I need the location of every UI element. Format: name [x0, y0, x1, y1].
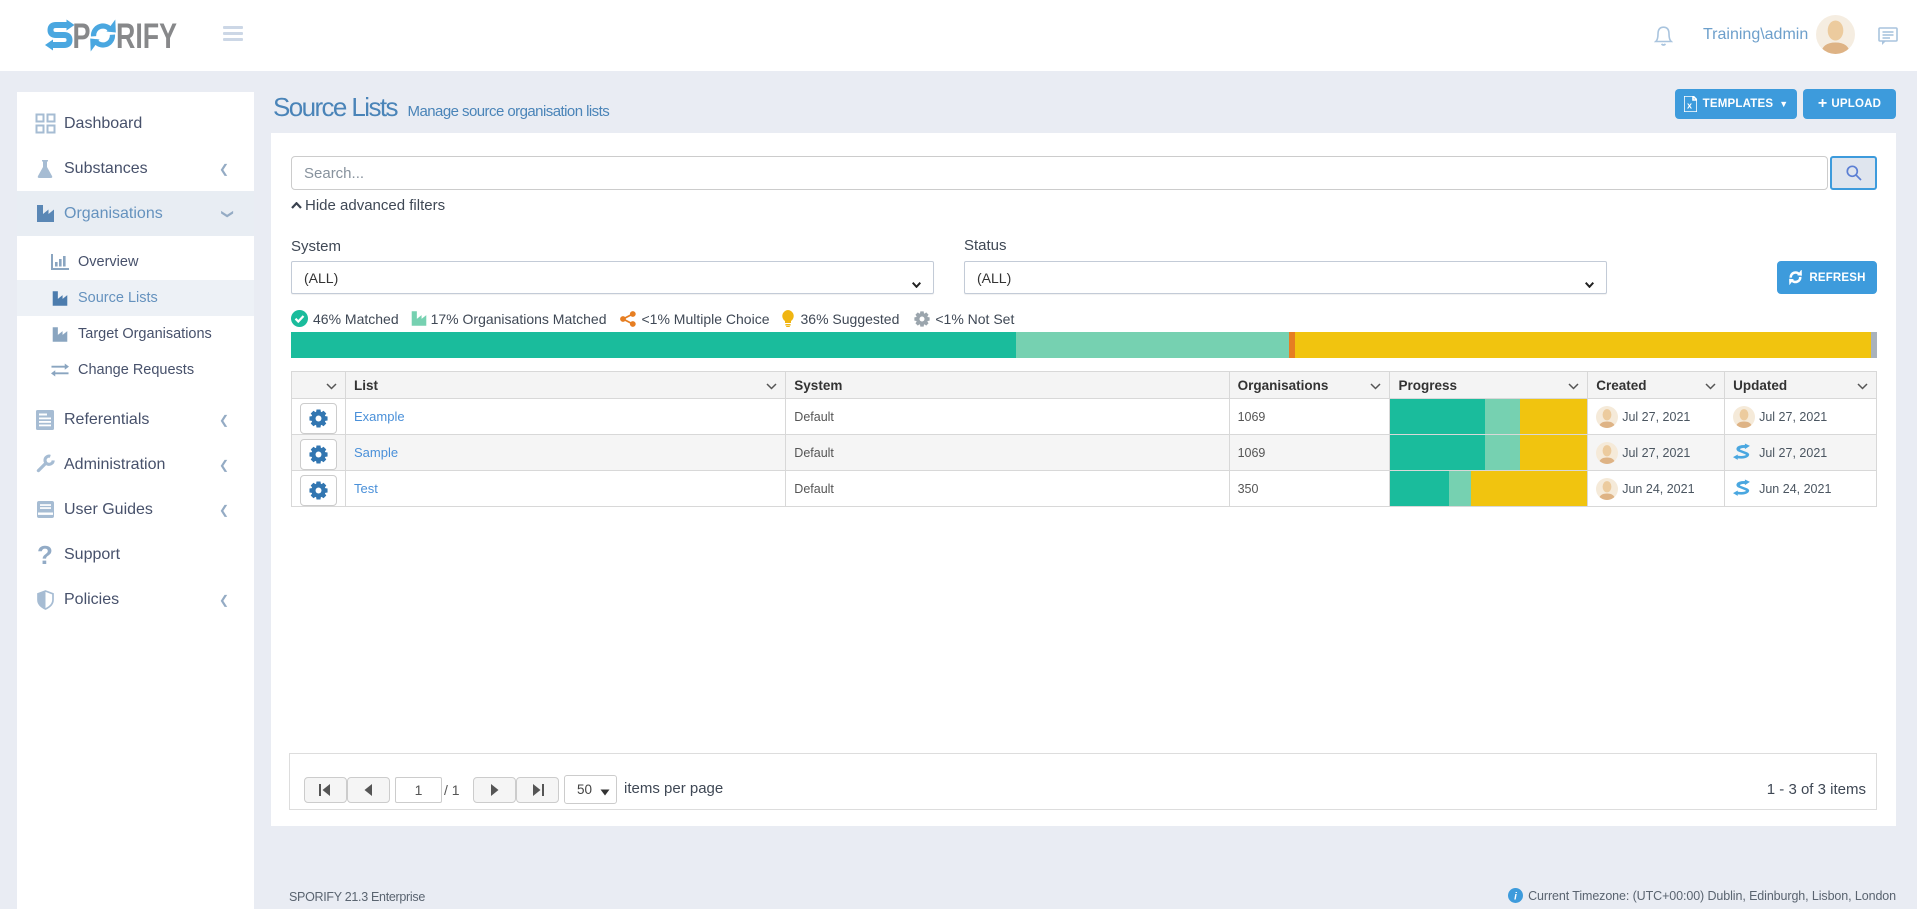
svg-text:RIFY: RIFY [116, 17, 177, 54]
svg-text:P: P [73, 17, 91, 54]
svg-text:i: i [1514, 892, 1517, 903]
svg-text:x: x [1687, 101, 1692, 111]
